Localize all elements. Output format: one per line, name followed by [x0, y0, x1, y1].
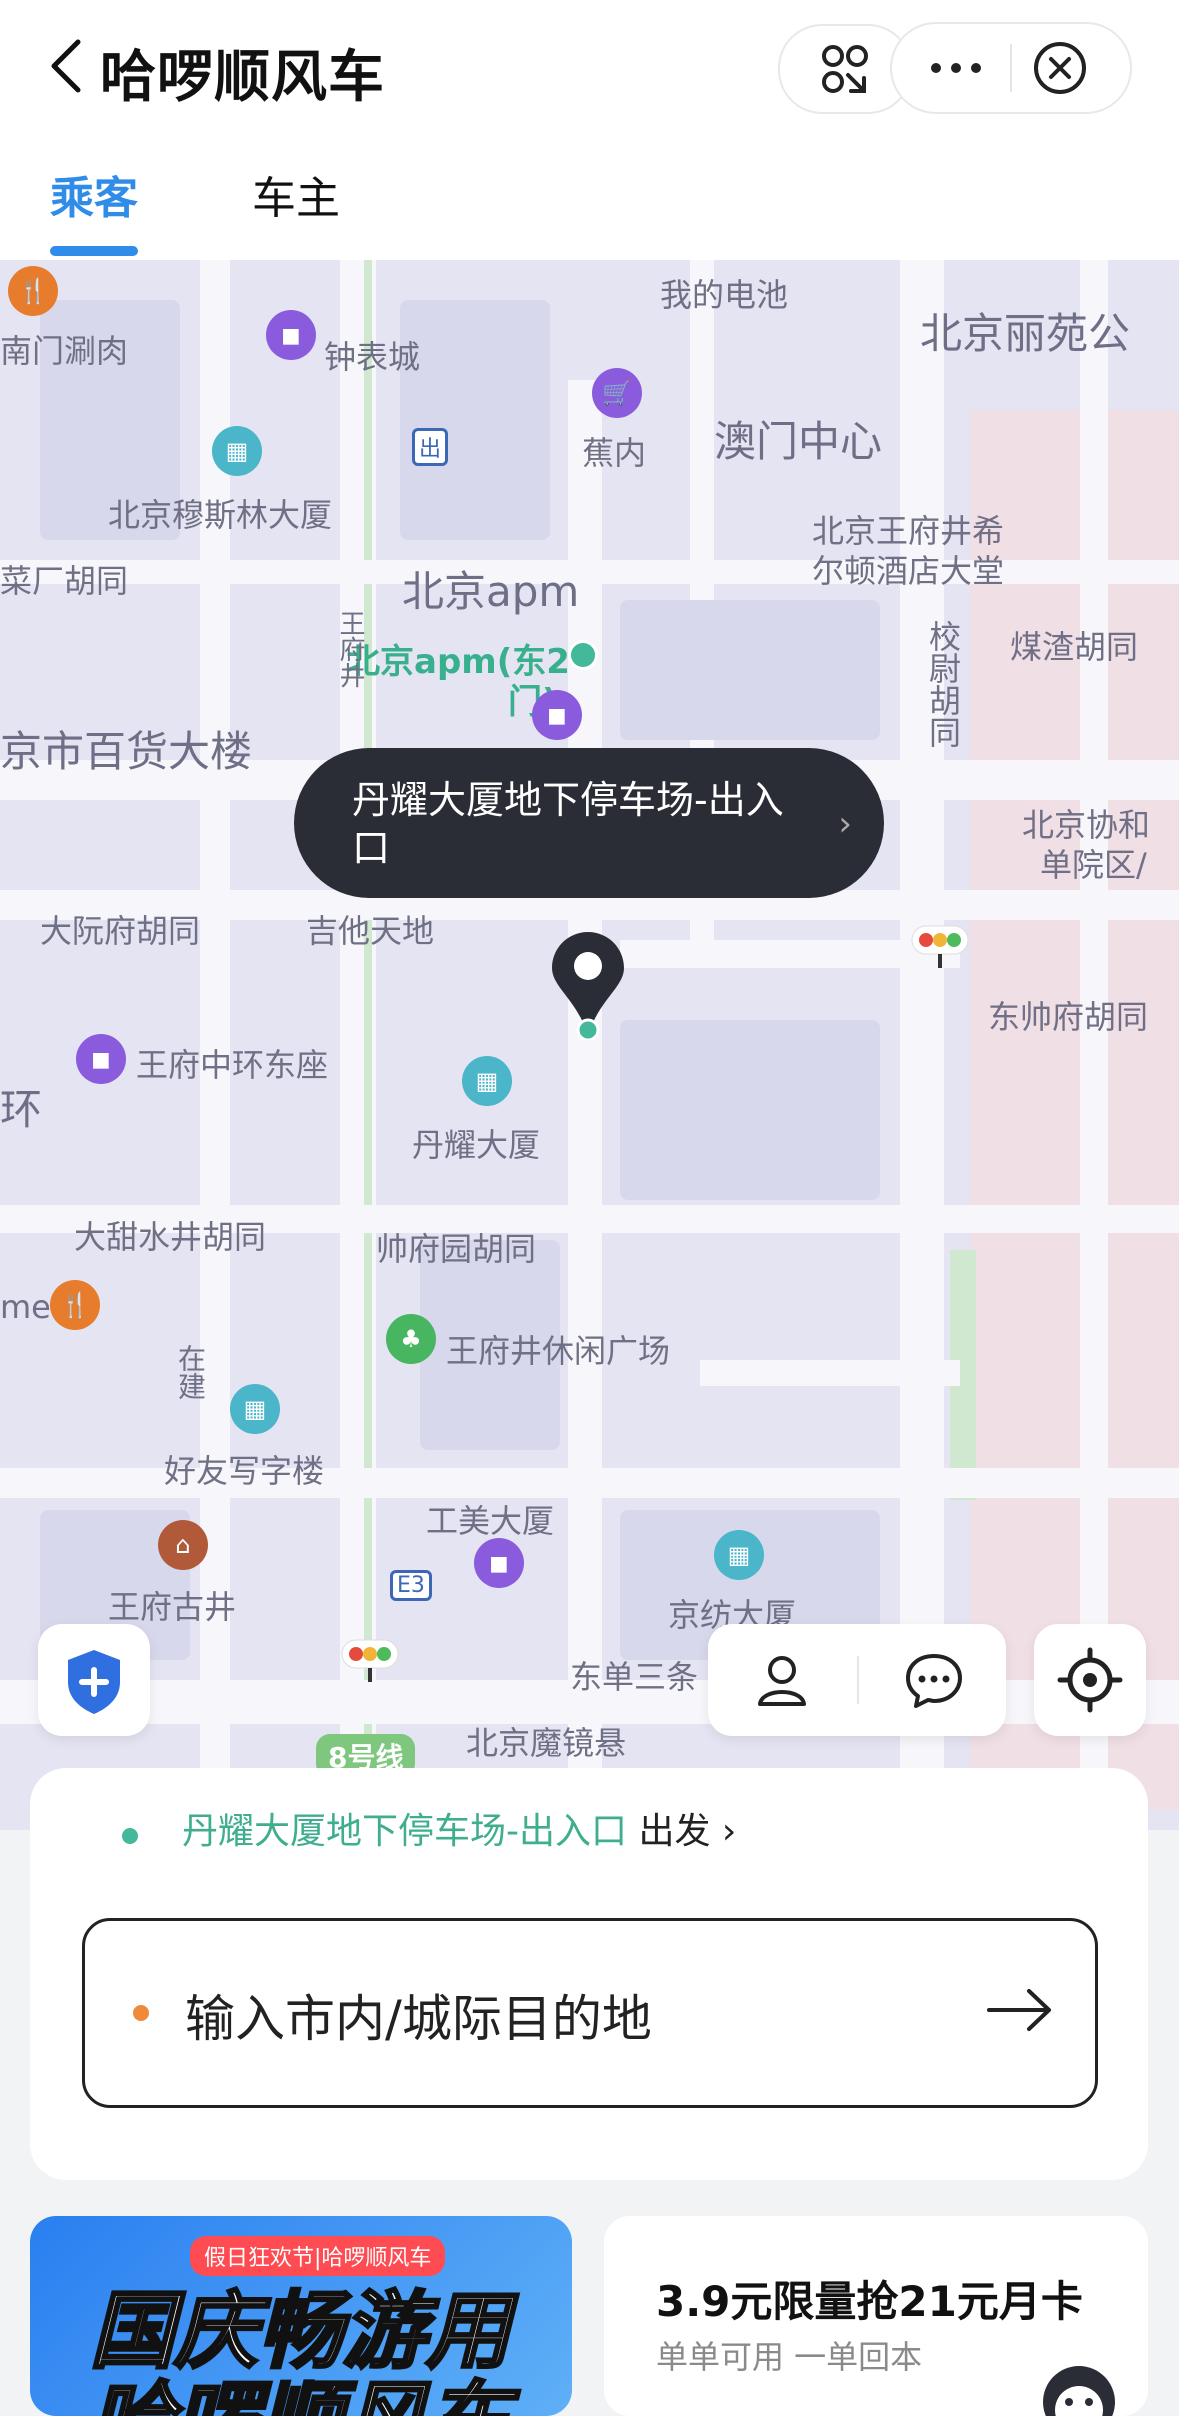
map-label: 大甜水井胡同	[74, 1218, 267, 1256]
pickup-location-bubble[interactable]: 丹耀大厦地下停车场-出入口 ›	[294, 748, 884, 898]
map-label: 环	[0, 1085, 43, 1134]
shopping-icon[interactable]: ◼	[266, 310, 316, 360]
building-icon[interactable]: ▦	[230, 1384, 280, 1434]
chevron-right-icon: ›	[721, 1811, 737, 1852]
mini-program-capsule	[890, 22, 1132, 114]
map-label: 东帅府胡同	[988, 998, 1149, 1036]
map-label: 单院区/	[1040, 846, 1147, 884]
husky-mascot-icon	[1043, 2366, 1115, 2416]
map-label: 丹耀大厦	[412, 1126, 541, 1164]
arrow-right-icon[interactable]	[985, 1985, 1055, 2035]
locate-button[interactable]	[1034, 1624, 1146, 1736]
close-circle-icon[interactable]	[1032, 40, 1088, 96]
building-icon[interactable]: ▦	[714, 1530, 764, 1580]
user-icon[interactable]	[752, 1650, 812, 1710]
map-label: 菜厂胡同	[0, 562, 129, 600]
restaurant-icon[interactable]: 🍴	[50, 1280, 100, 1330]
map-label: 工美大厦	[426, 1502, 555, 1540]
map-view[interactable]: 南门涮肉 钟表城 我的电池 北京丽苑公 蕉内 澳门中心 北京穆斯林大厦 北京王府…	[0, 260, 1179, 1830]
monthly-card-promo[interactable]: 3.9元限量抢21元月卡 单单可用 一单回本	[604, 2216, 1148, 2416]
chevron-left-icon[interactable]	[46, 36, 86, 96]
destination-placeholder: 输入市内/城际目的地	[185, 1990, 652, 2048]
promo-tag: 假日狂欢节|哈啰顺风车	[190, 2236, 446, 2276]
restaurant-icon[interactable]: 🍴	[8, 266, 58, 316]
map-label: 好友写字楼	[164, 1452, 325, 1490]
locate-target-icon	[1057, 1647, 1123, 1713]
departure-suffix: 出发	[638, 1811, 711, 1852]
shopping-cart-icon[interactable]: 🛒	[592, 368, 642, 418]
map-label: 澳门中心	[714, 417, 883, 466]
departure-place: 丹耀大厦地下停车场-出入口	[182, 1811, 627, 1852]
start-point-dot	[122, 1828, 138, 1844]
top-bar: 哈啰顺风车 乘客 车主	[0, 0, 1179, 260]
page-title: 哈啰顺风车	[100, 45, 385, 110]
landmark-icon[interactable]: ⌂	[158, 1520, 208, 1570]
promo-card-title: 3.9元限量抢21元月卡	[656, 2277, 1083, 2326]
map-label: 钟表城	[324, 338, 421, 376]
shopping-bag-icon[interactable]: ◼	[76, 1034, 126, 1084]
map-label: 校尉胡同	[924, 620, 962, 748]
role-tabs: 乘客 车主	[0, 150, 1179, 260]
holiday-promo-banner[interactable]: 假日狂欢节|哈啰顺风车 国庆畅游用 哈啰顺风车	[30, 2216, 572, 2416]
map-label: 吉他天地	[306, 912, 435, 950]
map-label: 煤渣胡同	[1010, 628, 1139, 666]
map-label: 北京丽苑公	[920, 309, 1131, 358]
shopping-icon[interactable]: ◼	[532, 690, 582, 740]
map-label: 北京魔镜悬	[466, 1724, 627, 1762]
safety-shield-button[interactable]	[38, 1624, 150, 1736]
map-label: 在建	[174, 1344, 207, 1400]
map-label: 尔顿酒店大堂	[812, 552, 1005, 590]
promo-title-line-1: 国庆畅游用	[88, 2282, 511, 2380]
tab-underline	[50, 246, 138, 256]
apm-entrance-dot	[568, 640, 598, 670]
destination-input[interactable]: 输入市内/城际目的地	[82, 1918, 1098, 2108]
promo-card-subtitle: 单单可用 一单回本	[656, 2338, 923, 2376]
departure-location[interactable]: 丹耀大厦地下停车场-出入口 出发 ›	[182, 1802, 736, 1854]
tab-driver[interactable]: 车主	[252, 162, 340, 226]
building-icon[interactable]: ▦	[462, 1056, 512, 1106]
building-icon[interactable]: ▦	[212, 426, 262, 476]
map-label: 东单三条	[570, 1658, 699, 1696]
shield-plus-icon	[68, 1650, 120, 1714]
map-label: 帅府园胡同	[376, 1230, 537, 1268]
chat-bubble-icon[interactable]	[904, 1650, 964, 1710]
tab-passenger[interactable]: 乘客	[50, 162, 138, 226]
trip-input-card: 丹耀大厦地下停车场-出入口 出发 › 输入市内/城际目的地	[30, 1768, 1148, 2180]
map-label: 我的电池	[660, 276, 789, 314]
park-icon[interactable]: ♣	[386, 1314, 436, 1364]
map-label: 北京apm	[402, 567, 580, 616]
map-label: 王府井	[335, 610, 365, 688]
exit-badge: 出	[412, 428, 449, 466]
exit-badge: E3	[390, 1570, 432, 1601]
promo-title-line-2: 哈啰顺风车	[88, 2375, 511, 2416]
shopping-bag-icon[interactable]: ◼	[474, 1538, 524, 1588]
map-action-group	[708, 1624, 1006, 1736]
traffic-light-icon	[341, 1639, 399, 1682]
map-label: 王府古井	[108, 1588, 237, 1626]
capsule-divider	[1010, 44, 1012, 92]
more-dots-icon[interactable]	[916, 44, 996, 92]
map-label: 京市百货大楼	[0, 727, 253, 776]
traffic-light-icon	[911, 925, 969, 968]
map-label: 王府中环东座	[136, 1046, 329, 1084]
map-label: 王府井休闲广场	[446, 1332, 671, 1370]
map-label: 南门涮肉	[0, 332, 129, 370]
pickup-location-text: 丹耀大厦地下停车场-出入口	[352, 778, 784, 870]
map-label: 北京穆斯林大厦	[108, 496, 333, 534]
location-pin-icon	[552, 932, 624, 1040]
promo-title: 国庆畅游用 哈啰顺风车	[88, 2282, 511, 2416]
chevron-right-icon: ›	[838, 804, 852, 844]
end-point-dot	[133, 2005, 149, 2021]
map-label: 蕉内	[582, 434, 647, 472]
map-label: 大阮府胡同	[40, 912, 201, 950]
button-divider	[857, 1656, 859, 1704]
map-label: me	[0, 1288, 51, 1326]
